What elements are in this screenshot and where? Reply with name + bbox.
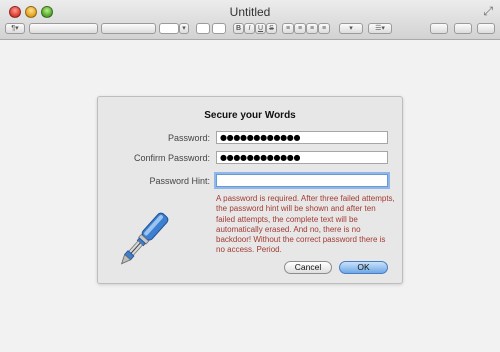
line-spacing-dropdown[interactable]: ▾ bbox=[339, 23, 363, 34]
confirm-password-field[interactable]: ●●●●●●●●●●●● bbox=[216, 151, 388, 164]
highlight-color-button[interactable] bbox=[212, 23, 226, 34]
paragraph-label: ¶ bbox=[11, 25, 16, 32]
font-size-dropdown[interactable]: ▾ bbox=[179, 23, 189, 34]
underline-button[interactable]: U bbox=[255, 23, 266, 34]
italic-button[interactable]: I bbox=[244, 23, 255, 34]
password-label: Password: bbox=[167, 133, 210, 143]
align-left-button[interactable]: ≡ bbox=[282, 23, 294, 34]
toolbar-action-button-3[interactable] bbox=[477, 23, 495, 34]
pen-icon bbox=[120, 212, 169, 265]
window-title: Untitled bbox=[229, 5, 271, 19]
paragraph-style-button[interactable]: ¶▾ bbox=[5, 23, 25, 34]
fullscreen-icon[interactable]: ⤢ bbox=[483, 4, 493, 19]
ok-button[interactable]: OK bbox=[339, 261, 388, 274]
title-bar: Untitled ⤢ ¶▾ ▾ B I U S ≡ ≡ ≡ ≡ ▾ ☰▾ bbox=[0, 0, 500, 40]
align-center-button[interactable]: ≡ bbox=[294, 23, 306, 34]
align-right-button[interactable]: ≡ bbox=[306, 23, 318, 34]
toolbar-action-button-2[interactable] bbox=[454, 23, 472, 34]
password-hint-label: Password Hint: bbox=[149, 176, 210, 186]
password-hint-field[interactable] bbox=[216, 174, 388, 187]
toolbar-action-button-1[interactable] bbox=[430, 23, 448, 34]
text-color-button[interactable] bbox=[196, 23, 210, 34]
confirm-password-label: Confirm Password: bbox=[133, 153, 210, 163]
sheet-title: Secure your Words bbox=[204, 110, 296, 121]
align-justify-button[interactable]: ≡ bbox=[318, 23, 330, 34]
password-sheet: Secure your Words Password: ●●●●●●●●●●●●… bbox=[97, 96, 403, 284]
strikethrough-button[interactable]: S bbox=[266, 23, 277, 34]
font-size-field[interactable] bbox=[159, 23, 179, 34]
style-dropdown[interactable] bbox=[29, 23, 98, 34]
app-window: Untitled ⤢ ¶▾ ▾ B I U S ≡ ≡ ≡ ≡ ▾ ☰▾ Sec… bbox=[0, 0, 500, 352]
font-dropdown[interactable] bbox=[101, 23, 156, 34]
cancel-button[interactable]: Cancel bbox=[284, 261, 332, 274]
bold-button[interactable]: B bbox=[233, 23, 244, 34]
password-warning-text: A password is required. After three fail… bbox=[216, 194, 395, 255]
list-style-dropdown[interactable]: ☰▾ bbox=[368, 23, 392, 34]
password-field[interactable]: ●●●●●●●●●●●● bbox=[216, 131, 388, 144]
